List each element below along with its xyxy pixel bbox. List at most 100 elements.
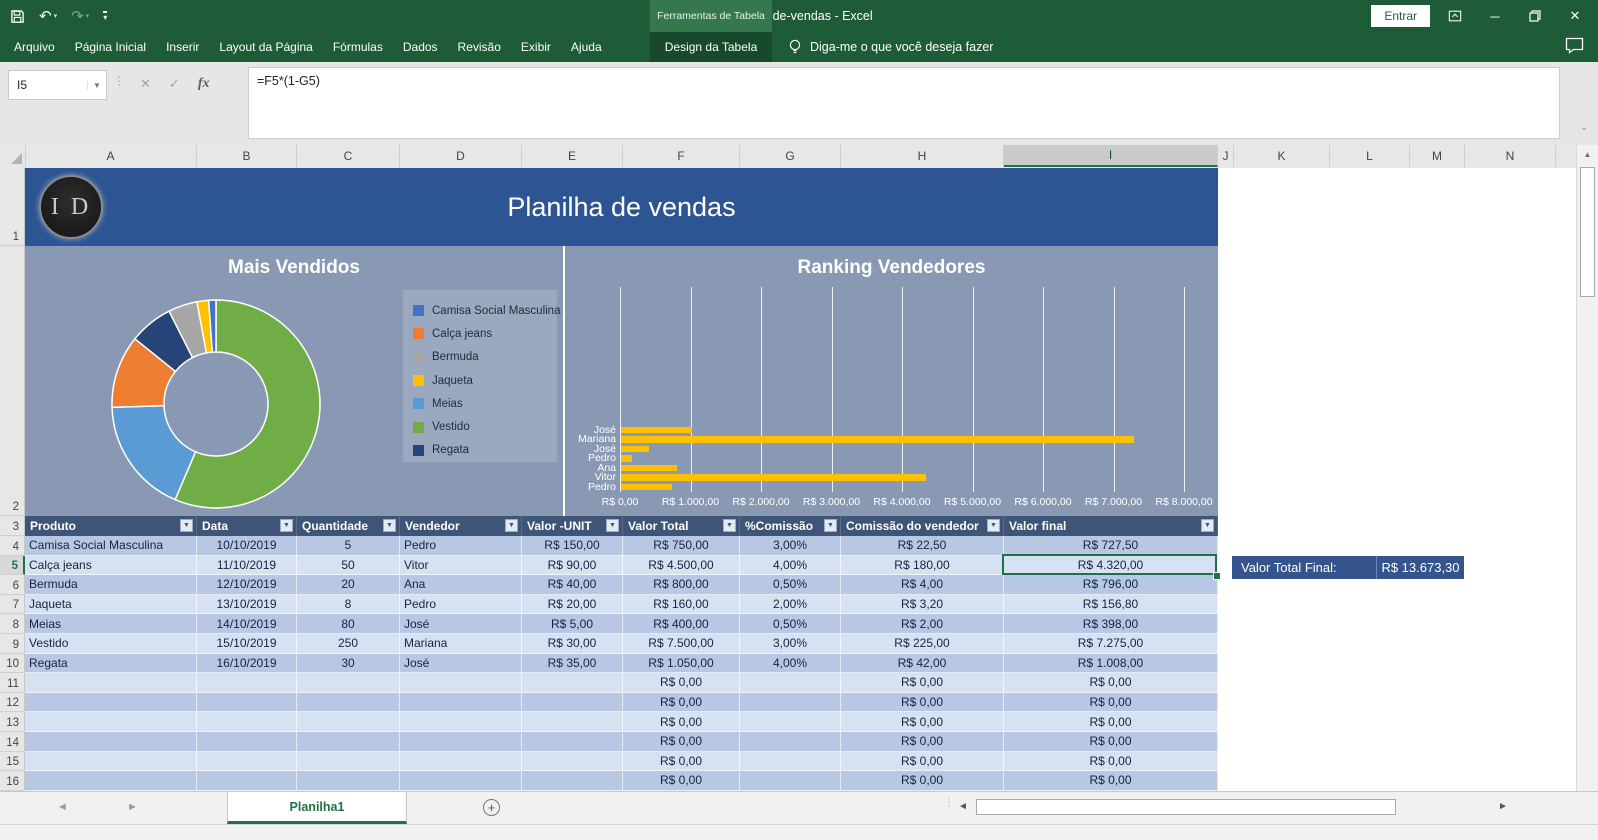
cell-C7[interactable]: 8 [297,594,400,615]
column-header-H[interactable]: H [841,145,1004,167]
cell-G7[interactable]: 2,00% [740,594,841,615]
cell-C15[interactable] [297,751,400,772]
cell-E16[interactable] [522,771,623,791]
column-header-I[interactable]: I [1004,145,1218,167]
cell-F11[interactable]: R$ 0,00 [623,673,740,693]
table-header-produto[interactable]: Produto ▼ [25,516,197,536]
cell-E15[interactable] [522,751,623,772]
cell-H5[interactable]: R$ 180,00 [841,555,1004,576]
row-header-7[interactable]: 7 [0,594,25,615]
cell-D10[interactable]: José [400,653,522,674]
sheet-nav-right-icon[interactable]: ► [127,801,138,813]
formula-bar-expand-icon[interactable]: ⌄ [1580,122,1588,133]
row-header-12[interactable]: 12 [0,692,25,713]
cell-D7[interactable]: Pedro [400,594,522,615]
cell-A15[interactable] [25,751,197,772]
cell-B11[interactable] [197,673,297,693]
cell-I7[interactable]: R$ 156,80 [1004,594,1218,615]
legend-item-vestido[interactable]: Vestido [413,415,557,438]
cell-A4[interactable]: Camisa Social Masculina [25,536,197,556]
tab-página-inicial[interactable]: Página Inicial [65,32,156,62]
select-all-corner[interactable] [0,145,26,167]
row-header-1[interactable]: 1 [0,168,25,246]
cell-B13[interactable] [197,712,297,732]
bar-pedro-3[interactable] [621,455,633,462]
cell-I14[interactable]: R$ 0,00 [1004,731,1218,752]
row-header-10[interactable]: 10 [0,653,25,674]
cell-H16[interactable]: R$ 0,00 [841,771,1004,791]
cell-H4[interactable]: R$ 22,50 [841,536,1004,556]
cell-B5[interactable]: 11/10/2019 [197,555,297,576]
cell-C14[interactable] [297,731,400,752]
cell-G9[interactable]: 3,00% [740,633,841,654]
row-header-13[interactable]: 13 [0,712,25,732]
cell-A14[interactable] [25,731,197,752]
row-header-5[interactable]: 5 [0,555,25,576]
cell-E9[interactable]: R$ 30,00 [522,633,623,654]
cell-F14[interactable]: R$ 0,00 [623,731,740,752]
cell-C16[interactable] [297,771,400,791]
cell-E10[interactable]: R$ 35,00 [522,653,623,674]
cell-I12[interactable]: R$ 0,00 [1004,692,1218,713]
cell-H13[interactable]: R$ 0,00 [841,712,1004,732]
cell-E6[interactable]: R$ 40,00 [522,575,623,595]
column-header-M[interactable]: M [1410,145,1465,167]
filter-dropdown-icon[interactable]: ▼ [606,519,619,532]
cell-G8[interactable]: 0,50% [740,614,841,634]
scrollbar-resize-handle[interactable]: ⋮ [944,798,954,808]
cell-E4[interactable]: R$ 150,00 [522,536,623,556]
comment-icon[interactable] [1565,37,1584,54]
cell-F7[interactable]: R$ 160,00 [623,594,740,615]
tab-dados[interactable]: Dados [393,32,448,62]
column-header-G[interactable]: G [740,145,841,167]
cell-D5[interactable]: Vitor [400,555,522,576]
enter-icon[interactable]: ✓ [169,76,180,92]
cell-B15[interactable] [197,751,297,772]
sheet-tab-planilha1[interactable]: Planilha1 [227,792,407,824]
cell-C8[interactable]: 80 [297,614,400,634]
row-header-2[interactable]: 2 [0,246,25,516]
name-box-dropdown-icon[interactable]: ▼ [87,80,106,90]
cell-I16[interactable]: R$ 0,00 [1004,771,1218,791]
row-header-14[interactable]: 14 [0,732,25,752]
bar-josé-2[interactable] [621,445,650,452]
banner[interactable]: I D Planilha de vendas [25,168,1218,246]
row-header-4[interactable]: 4 [0,536,25,556]
filter-dropdown-icon[interactable]: ▼ [505,519,518,532]
table-header-valor-final[interactable]: Valor final ▼ [1004,516,1218,536]
cell-F15[interactable]: R$ 0,00 [623,751,740,772]
fill-handle[interactable] [1213,572,1221,580]
tab-revisão[interactable]: Revisão [448,32,511,62]
column-header-J[interactable]: J [1218,145,1234,167]
cell-C9[interactable]: 250 [297,633,400,654]
cell-G15[interactable] [740,751,841,772]
cell-D13[interactable] [400,712,522,732]
column-header-N[interactable]: N [1465,145,1556,167]
cancel-icon[interactable]: ✕ [140,76,151,92]
cell-C4[interactable]: 5 [297,536,400,556]
table-header-valor-unit[interactable]: Valor -UNIT ▼ [522,516,623,536]
filter-dropdown-icon[interactable]: ▼ [723,519,736,532]
cell-A9[interactable]: Vestido [25,633,197,654]
cell-D8[interactable]: José [400,614,522,634]
filter-dropdown-icon[interactable]: ▼ [180,519,193,532]
cell-F12[interactable]: R$ 0,00 [623,692,740,713]
cell-H12[interactable]: R$ 0,00 [841,692,1004,713]
cell-F6[interactable]: R$ 800,00 [623,575,740,595]
cell-A5[interactable]: Calça jeans [25,555,197,576]
tab-fórmulas[interactable]: Fórmulas [323,32,393,62]
row-header-9[interactable]: 9 [0,634,25,654]
cell-I6[interactable]: R$ 796,00 [1004,575,1218,595]
scroll-left-icon[interactable]: ◄ [958,801,968,812]
sign-in-button[interactable]: Entrar [1371,5,1430,27]
cell-G6[interactable]: 0,50% [740,575,841,595]
cell-G13[interactable] [740,712,841,732]
cell-I5[interactable]: R$ 4.320,00 [1004,555,1218,576]
column-header-E[interactable]: E [522,145,623,167]
horizontal-scroll-thumb[interactable] [976,799,1396,815]
cell-F10[interactable]: R$ 1.050,00 [623,653,740,674]
table-header-comiss-o-do-vendedor[interactable]: Comissão do vendedor ▼ [841,516,1004,536]
cell-F13[interactable]: R$ 0,00 [623,712,740,732]
tell-me-box[interactable]: Diga-me o que você deseja fazer [788,32,993,62]
column-header-F[interactable]: F [623,145,740,167]
